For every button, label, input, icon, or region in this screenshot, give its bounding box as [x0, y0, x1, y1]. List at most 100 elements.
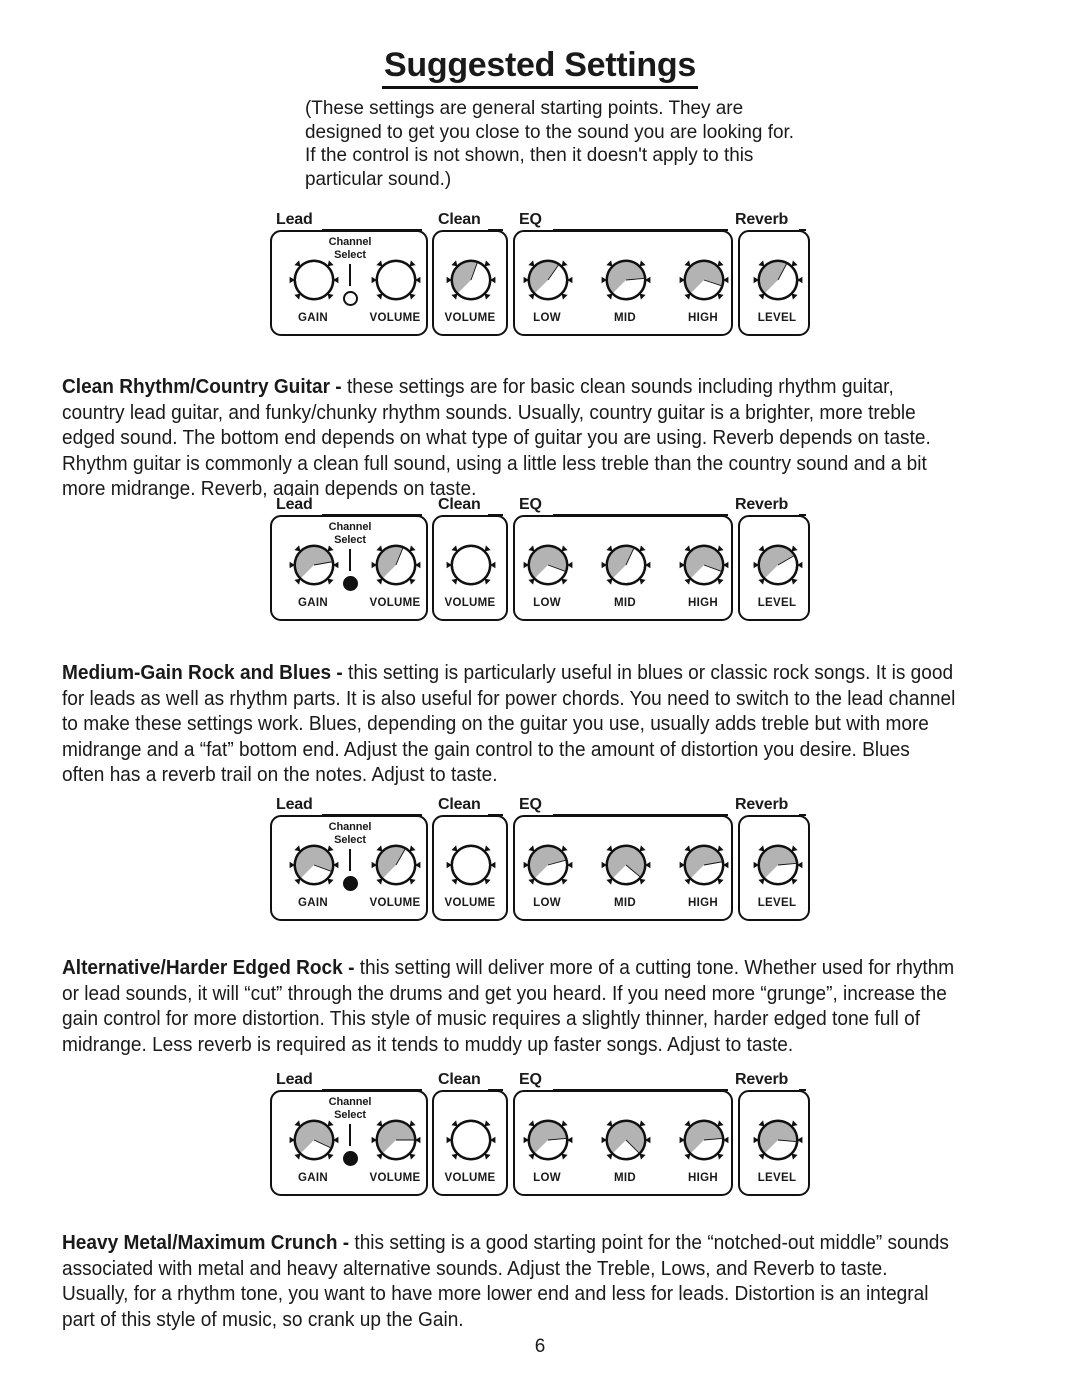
group-label-reverb: Reverb	[732, 796, 792, 813]
knob-tick-2	[294, 545, 301, 552]
knob-label-mid: MID	[614, 312, 636, 324]
knob-tick-3	[717, 845, 724, 852]
knob-tick-3	[639, 260, 646, 267]
knob-label-level: LEVEL	[757, 1172, 797, 1184]
knob-tick-3	[791, 545, 798, 552]
knob-tick-3	[717, 545, 724, 552]
knob-label-low: LOW	[533, 312, 561, 324]
group-label-reverb: Reverb	[732, 1071, 792, 1088]
diagram-heavy-metal: Lead Clean EQ Reverb GAIN VOLUME VOLUME LOW MID H…	[270, 1071, 810, 1200]
knob-tick-5	[639, 878, 646, 885]
knob-tick-2	[684, 260, 691, 267]
knob-tick-2	[606, 260, 613, 267]
knob-tick-3	[561, 845, 568, 852]
knob-tick-0	[684, 578, 691, 585]
knob-clean-volume[interactable]	[445, 1114, 497, 1166]
channel-select[interactable]: Channel Select	[312, 1096, 388, 1166]
channel-select[interactable]: Channel Select	[312, 521, 388, 591]
knob-tick-5	[561, 1153, 568, 1160]
knob-mid[interactable]	[600, 839, 652, 891]
knob-tick-2	[684, 1120, 691, 1127]
section-heading: Clean Rhythm/Country Guitar	[62, 375, 330, 398]
knob-tick-0	[294, 878, 301, 885]
intro-paragraph: (These settings are general starting poi…	[305, 97, 794, 190]
knob-low[interactable]	[522, 1114, 574, 1166]
knob-tick-0	[758, 1153, 765, 1160]
group-rule-eq	[553, 813, 728, 817]
group-rule-reverb	[799, 228, 806, 232]
section-dash: -	[337, 1231, 355, 1254]
knob-tick-3	[639, 1120, 646, 1127]
knob-tick-5	[409, 293, 416, 300]
knob-clean-volume[interactable]	[445, 254, 497, 306]
knob-level[interactable]	[752, 539, 804, 591]
knob-tick-0	[528, 878, 535, 885]
knob-tick-5	[717, 878, 724, 885]
knob-mid[interactable]	[600, 1114, 652, 1166]
section-heading: Alternative/Harder Edged Rock	[62, 956, 343, 979]
knob-tick-3	[409, 1120, 416, 1127]
knob-low[interactable]	[522, 254, 574, 306]
channel-select-stem	[348, 1124, 352, 1146]
group-label-lead: Lead	[273, 211, 316, 228]
section-dash: -	[342, 956, 360, 979]
channel-select[interactable]: Channel Select	[312, 236, 388, 306]
group-label-eq: EQ	[516, 796, 545, 813]
knob-tick-2	[606, 545, 613, 552]
group-rule-reverb	[799, 813, 806, 817]
knob-tick-0	[758, 293, 765, 300]
knob-low[interactable]	[522, 539, 574, 591]
knob-tick-3	[791, 1120, 798, 1127]
knob-tick-5	[561, 578, 568, 585]
group-label-lead: Lead	[273, 1071, 316, 1088]
knob-tick-2	[606, 1120, 613, 1127]
group-label-eq: EQ	[516, 1071, 545, 1088]
knob-mid[interactable]	[600, 254, 652, 306]
knob-low[interactable]	[522, 839, 574, 891]
channel-select-led[interactable]	[342, 1151, 358, 1166]
knob-tick-2	[294, 845, 301, 852]
knob-tick-0	[684, 878, 691, 885]
knob-high[interactable]	[678, 1114, 730, 1166]
group-rule-eq	[553, 513, 728, 517]
knob-tick-2	[758, 545, 765, 552]
group-rule-clean	[488, 813, 503, 817]
section-paragraph: Clean Rhythm/Country Guitar - these sett…	[62, 374, 957, 502]
knob-tick-0	[294, 1153, 301, 1160]
knob-tick-2	[528, 845, 535, 852]
knob-tick-0	[684, 1153, 691, 1160]
knob-tick-0	[451, 293, 458, 300]
knob-tick-5	[639, 578, 646, 585]
knob-clean-volume[interactable]	[445, 539, 497, 591]
knob-level[interactable]	[752, 839, 804, 891]
group-label-lead: Lead	[273, 796, 316, 813]
knob-label-level: LEVEL	[757, 897, 797, 909]
section-heading: Heavy Metal/Maximum Crunch	[62, 1231, 338, 1254]
knob-tick-2	[758, 845, 765, 852]
knob-clean-volume[interactable]	[445, 839, 497, 891]
knob-tick-2	[684, 545, 691, 552]
knob-mid[interactable]	[600, 539, 652, 591]
knob-tick-3	[561, 1120, 568, 1127]
channel-select-led[interactable]	[342, 291, 358, 306]
section-paragraph: Alternative/Harder Edged Rock - this set…	[62, 955, 957, 1057]
knob-level[interactable]	[752, 1114, 804, 1166]
knob-tick-0	[684, 293, 691, 300]
knob-tick-2	[451, 260, 458, 267]
knob-tick-3	[717, 260, 724, 267]
channel-select[interactable]: Channel Select	[312, 821, 388, 891]
knob-high[interactable]	[678, 254, 730, 306]
knob-high[interactable]	[678, 539, 730, 591]
section-dash: -	[331, 661, 349, 684]
group-rule-clean	[488, 1088, 503, 1092]
knob-tick-0	[606, 1153, 613, 1160]
knob-tick-5	[484, 293, 491, 300]
knob-tick-2	[528, 545, 535, 552]
channel-select-led[interactable]	[342, 876, 358, 891]
knob-level[interactable]	[752, 254, 804, 306]
group-label-clean: Clean	[435, 211, 484, 228]
channel-select-led[interactable]	[342, 576, 358, 591]
knob-tick-3	[639, 845, 646, 852]
group-label-reverb: Reverb	[732, 496, 792, 513]
knob-high[interactable]	[678, 839, 730, 891]
